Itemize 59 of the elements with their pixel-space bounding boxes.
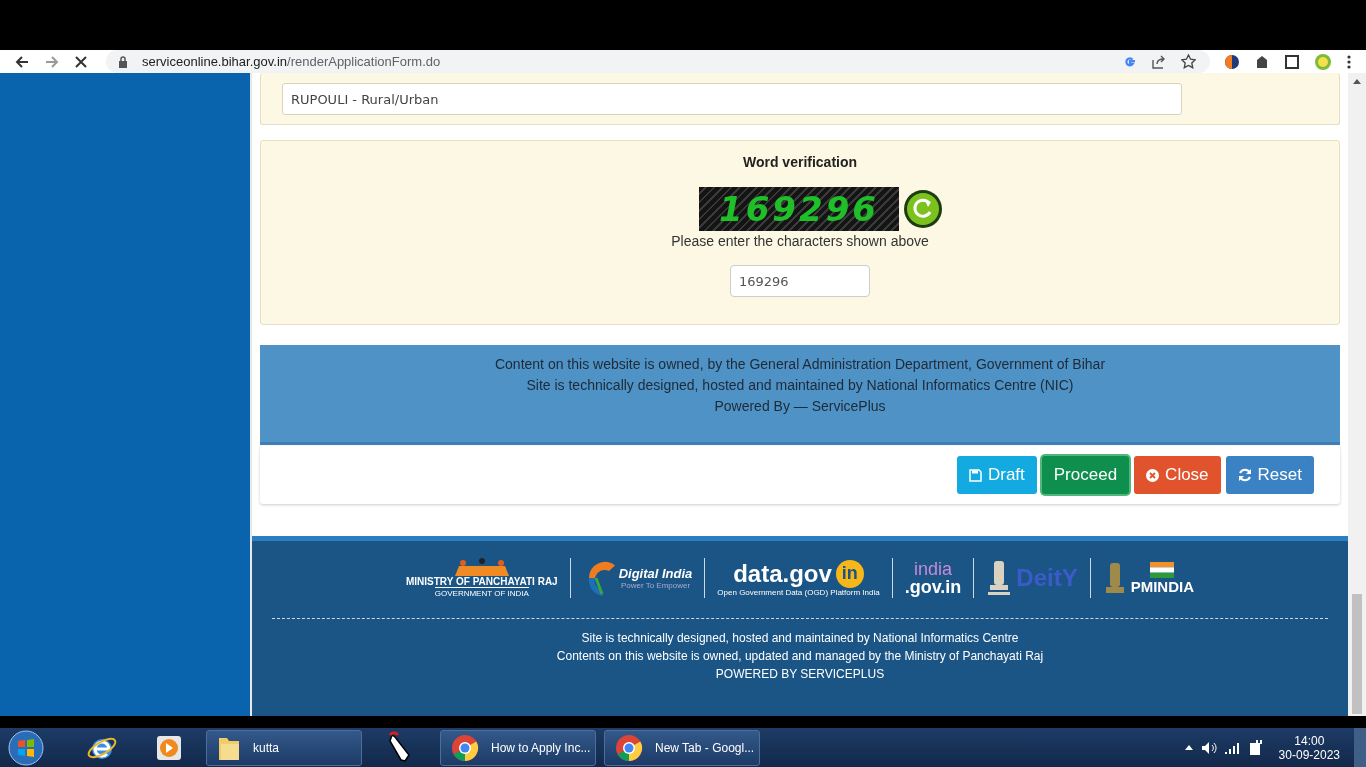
star-icon[interactable] [1181, 54, 1196, 69]
logo-subtext: Open Government Data (OGD) Platform India [717, 587, 880, 597]
volume-icon[interactable] [1200, 740, 1217, 755]
taskbar-item[interactable]: kutta [206, 729, 362, 766]
taskbar-item[interactable]: How to Apply Inc... [440, 729, 596, 766]
info-text: Content on this website is owned, by the General Administration Department, Government of Bihar [494, 356, 1106, 372]
url-text: serviceonline.bihar.gov.in/renderApplicationForm.do [142, 54, 441, 69]
logo-subtext: Power To Empower [620, 581, 691, 590]
refresh-icon[interactable] [903, 189, 943, 229]
proceed-button[interactable]: Proceed [1041, 456, 1130, 494]
info-text: Powered By — ServicePlus [714, 398, 886, 414]
chrome-icon [615, 733, 643, 762]
flag-icon [1150, 561, 1175, 578]
info-text: Site is technically designed, hosted and maintained by National Informatics Centre (NIC) [526, 377, 1074, 393]
extension-icon[interactable] [1224, 53, 1240, 70]
share-icon[interactable] [1151, 54, 1167, 69]
scrollbar[interactable] [1348, 73, 1366, 716]
chrome-icon [451, 733, 479, 762]
captcha-image: 169296 [699, 187, 899, 231]
footer-text: Contents on this website is owned, updated and managed by the Ministry of Panchayati Raj [556, 648, 1044, 665]
google-icon[interactable] [1123, 54, 1137, 69]
logo-text: PMINDIA [1130, 577, 1194, 595]
stop-icon[interactable] [74, 54, 88, 69]
window-icon[interactable] [1284, 53, 1300, 70]
location-field[interactable]: RUPOULI - Rural/Urban [282, 83, 1182, 115]
extension-icon[interactable] [1254, 53, 1270, 70]
scroll-thumb[interactable] [1352, 594, 1362, 714]
scroll-up-icon[interactable] [1353, 79, 1361, 84]
address-bar[interactable]: serviceonline.bihar.gov.in/renderApplicationForm.do [106, 50, 1210, 73]
taskbar-item[interactable]: New Tab - Googl... [604, 729, 760, 766]
section-title: Word verification [742, 154, 858, 170]
logo-subtext: .gov.in [904, 578, 962, 596]
menu-icon[interactable] [1346, 53, 1352, 70]
logo-text: MINISTRY OF PANCHAYATI RAJ [405, 576, 558, 587]
clock-time[interactable]: 14:00 [1294, 733, 1325, 748]
logo-text: data.gov [733, 559, 832, 588]
close-button[interactable]: Close [1134, 456, 1221, 494]
footer-text: POWERED BY SERVICEPLUS [715, 666, 885, 683]
logo-text: Digital India [618, 566, 693, 581]
logo-badge: in [835, 559, 864, 588]
captcha-hint: Please enter the characters shown above [671, 233, 929, 249]
signal-icon[interactable] [1224, 741, 1241, 754]
start-button[interactable] [8, 729, 44, 766]
refresh-icon [1237, 468, 1252, 482]
power-icon[interactable] [1248, 739, 1263, 756]
back-icon[interactable] [14, 53, 30, 70]
tray-arrow-icon[interactable] [1184, 745, 1193, 750]
clock-date[interactable]: 30-09-2023 [1278, 747, 1340, 762]
logo-text: DeitY [1016, 564, 1078, 592]
lock-icon [118, 55, 128, 68]
reset-button[interactable]: Reset [1225, 456, 1314, 494]
logo-text: india [913, 560, 952, 578]
captcha-field[interactable]: 169296 [730, 265, 870, 297]
emblem-icon [986, 559, 1013, 597]
save-icon [968, 468, 982, 482]
logo-subtext: GOVERNMENT OF INDIA [434, 587, 529, 598]
forward-icon[interactable] [44, 53, 60, 70]
footer-text: Site is technically designed, hosted and maintained by National Informatics Centre [581, 630, 1019, 647]
close-icon [1146, 468, 1160, 482]
